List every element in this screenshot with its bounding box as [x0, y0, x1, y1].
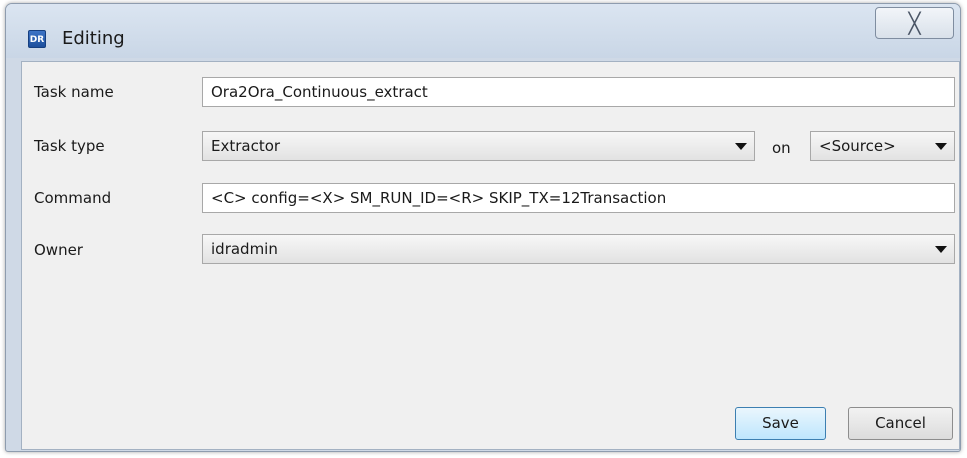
close-button[interactable]: ╳	[875, 7, 954, 39]
task-name-input[interactable]: Ora2Ora_Continuous_extract	[202, 77, 955, 107]
location-select[interactable]: <Source>	[810, 131, 955, 161]
command-label: Command	[34, 189, 112, 207]
command-input[interactable]: <C> config=<X> SM_RUN_ID=<R> SKIP_TX=12T…	[202, 183, 955, 213]
window-title: Editing	[62, 28, 125, 49]
chevron-down-icon	[935, 246, 947, 253]
owner-value: idradmin	[211, 240, 278, 258]
task-name-label: Task name	[34, 83, 114, 101]
cancel-button[interactable]: Cancel	[848, 407, 953, 440]
task-type-value: Extractor	[211, 137, 281, 155]
on-label: on	[772, 139, 791, 157]
task-type-label: Task type	[34, 137, 105, 155]
app-logo-icon: DR	[28, 30, 46, 48]
location-value: <Source>	[819, 137, 896, 155]
chevron-down-icon	[735, 143, 747, 150]
form-panel: Task name Ora2Ora_Continuous_extract Tas…	[21, 61, 960, 450]
chevron-down-icon	[935, 143, 947, 150]
save-button[interactable]: Save	[735, 407, 826, 440]
close-icon: ╳	[908, 11, 921, 35]
task-type-select[interactable]: Extractor	[202, 131, 755, 161]
title-bar[interactable]: DR Editing ╳	[6, 4, 960, 58]
owner-select[interactable]: idradmin	[202, 234, 955, 264]
owner-label: Owner	[34, 241, 83, 259]
editing-dialog: DR Editing ╳ Task name Ora2Ora_Continuou…	[5, 3, 961, 452]
